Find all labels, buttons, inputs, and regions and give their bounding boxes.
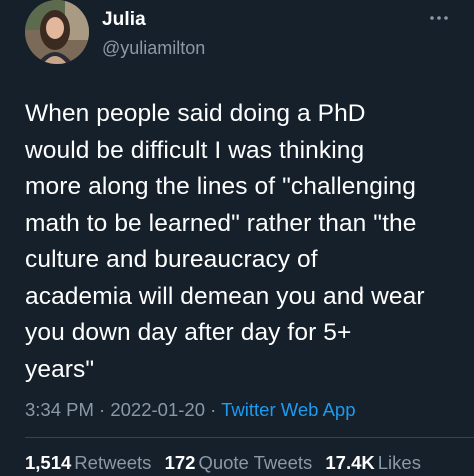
likes-stat[interactable]: 17.4K Likes: [325, 452, 421, 473]
tweet-stats: 1,514 Retweets 172 Quote Tweets 17.4K Likes: [25, 452, 429, 474]
likes-label: Likes: [377, 452, 421, 473]
tweet-source-link[interactable]: Twitter Web App: [221, 399, 355, 420]
author-name[interactable]: Julia: [102, 9, 146, 31]
quote-tweets-stat[interactable]: 172 Quote Tweets: [165, 452, 313, 473]
retweets-stat[interactable]: 1,514 Retweets: [25, 452, 151, 473]
tweet-text: When people said doing a PhD would be di…: [25, 100, 425, 383]
avatar[interactable]: [25, 0, 89, 64]
quote-tweets-label: Quote Tweets: [198, 452, 313, 473]
more-options-icon[interactable]: [427, 10, 451, 26]
quote-tweets-count: 172: [164, 452, 196, 473]
likes-count: 17.4K: [325, 452, 375, 473]
tweet-metadata: 3:34 PM · 2022-01-20 · Twitter Web App: [25, 399, 356, 421]
tweet-card: Julia @yuliamilton When people said doin…: [0, 0, 474, 476]
retweets-count: 1,514: [25, 452, 72, 473]
author-handle[interactable]: @yuliamilton: [102, 38, 205, 59]
meta-separator: ·: [210, 399, 217, 420]
tweet-time[interactable]: 3:34 PM: [25, 399, 94, 420]
divider: [25, 437, 474, 438]
retweets-label: Retweets: [74, 452, 152, 473]
tweet-date[interactable]: 2022-01-20: [110, 399, 205, 420]
meta-separator: ·: [99, 399, 106, 420]
